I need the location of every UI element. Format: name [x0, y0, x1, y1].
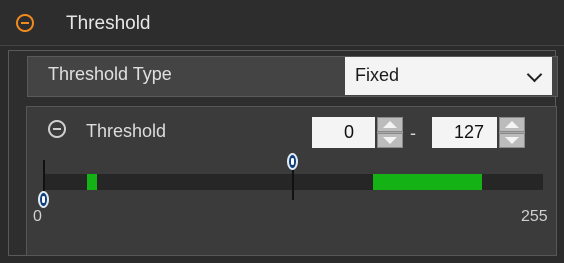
low-threshold-handle[interactable] [38, 191, 49, 208]
threshold-panel-header[interactable]: Threshold [0, 0, 564, 46]
collapse-section-icon[interactable] [48, 120, 66, 138]
collapse-icon[interactable] [16, 14, 34, 32]
threshold-max-input[interactable]: 127 [432, 117, 497, 148]
range-separator: - [410, 123, 416, 143]
threshold-type-label: Threshold Type [48, 64, 172, 84]
threshold-type-dropdown[interactable]: Fixed [345, 57, 552, 95]
high-handle-line [291, 170, 294, 200]
histogram-highlight-segment [87, 174, 97, 190]
threshold-max-stepper[interactable] [499, 117, 525, 148]
range-max-label: 255 [521, 208, 548, 225]
threshold-min-stepper[interactable] [377, 117, 403, 148]
high-threshold-handle[interactable] [286, 153, 298, 170]
threshold-section-label: Threshold [86, 121, 167, 141]
histogram-highlight-segment [372, 174, 483, 190]
threshold-min-value: 0 [343, 122, 354, 142]
increment-arrow-icon[interactable] [377, 117, 403, 132]
decrement-arrow-icon[interactable] [377, 133, 403, 148]
decrement-arrow-icon[interactable] [499, 133, 525, 148]
chevron-down-icon [526, 66, 543, 83]
panel-title: Threshold [66, 13, 151, 34]
threshold-type-value: Fixed [355, 65, 400, 85]
low-handle-line [43, 160, 45, 192]
threshold-max-value: 127 [453, 122, 484, 142]
threshold-min-input[interactable]: 0 [312, 117, 375, 148]
increment-arrow-icon[interactable] [499, 117, 525, 132]
range-min-label: 0 [33, 208, 42, 225]
